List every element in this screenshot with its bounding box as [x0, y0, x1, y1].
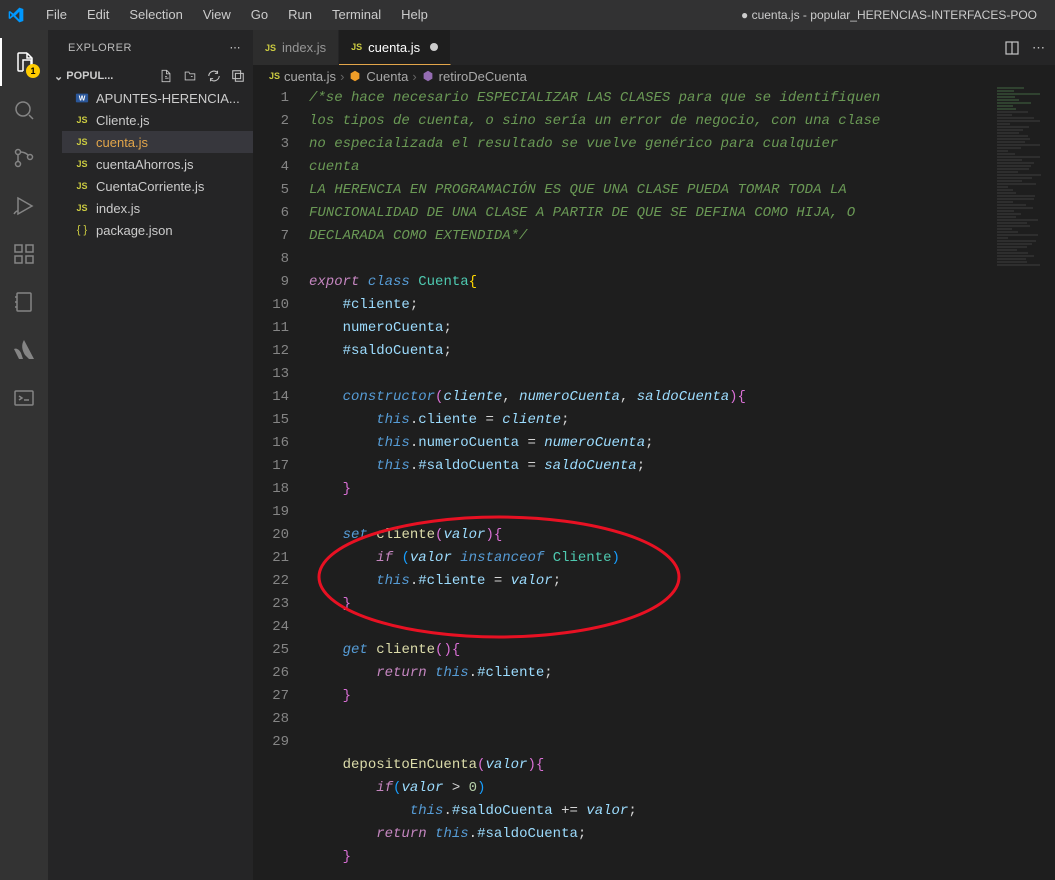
sidebar-title: EXPLORER — [68, 42, 132, 54]
tab-bar: JS index.js JS cuenta.js ⋯ — [253, 30, 1055, 65]
class-icon — [348, 69, 362, 83]
more-actions-icon[interactable]: ⋯ — [1032, 40, 1045, 56]
js-icon: JS — [265, 43, 276, 53]
title-bar: File Edit Selection View Go Run Terminal… — [0, 0, 1055, 30]
atlassian-icon[interactable] — [0, 326, 48, 374]
tab-cuenta-active[interactable]: JS cuenta.js — [339, 30, 451, 65]
file-item[interactable]: JS index.js — [62, 197, 253, 219]
js-icon: JS — [74, 137, 90, 147]
folder-name: POPUL... — [66, 70, 113, 82]
file-name: cuenta.js — [96, 135, 148, 150]
explorer-icon[interactable]: 1 — [0, 38, 48, 86]
menu-help[interactable]: Help — [391, 0, 438, 30]
file-item[interactable]: JS cuentaAhorros.js — [62, 153, 253, 175]
svg-text:W: W — [79, 96, 86, 103]
menu-view[interactable]: View — [193, 0, 241, 30]
js-icon: JS — [351, 42, 362, 52]
breadcrumbs[interactable]: JS cuenta.js › Cuenta › retiroDeCuenta — [253, 65, 1055, 87]
js-icon: JS — [74, 159, 90, 169]
refresh-icon[interactable] — [207, 69, 221, 83]
word-icon: W — [74, 91, 90, 105]
breadcrumb-file[interactable]: JS cuenta.js — [269, 69, 336, 84]
split-editor-icon[interactable] — [1004, 40, 1020, 56]
file-name: index.js — [96, 201, 140, 216]
tab-label: index.js — [282, 40, 326, 55]
js-icon: JS — [269, 71, 280, 81]
file-item[interactable]: JS Cliente.js — [62, 109, 253, 131]
chevron-down-icon: ⌄ — [54, 70, 66, 83]
file-tree: W APUNTES-HERENCIA... JS Cliente.js JS c… — [48, 87, 253, 241]
sidebar-more-icon[interactable]: ⋯ — [230, 41, 242, 54]
code-editor[interactable]: 1234567891011121314151617181920212223242… — [253, 87, 1055, 880]
file-name: APUNTES-HERENCIA... — [96, 91, 240, 106]
collapse-icon[interactable] — [231, 69, 245, 83]
sidebar-header: EXPLORER ⋯ — [48, 30, 253, 65]
search-icon[interactable] — [0, 86, 48, 134]
minimap[interactable] — [995, 87, 1055, 880]
menu-file[interactable]: File — [36, 0, 77, 30]
new-folder-icon[interactable] — [183, 69, 197, 83]
file-item[interactable]: W APUNTES-HERENCIA... — [62, 87, 253, 109]
tab-index[interactable]: JS index.js — [253, 30, 339, 65]
source-control-icon[interactable] — [0, 134, 48, 182]
file-item[interactable]: { } package.json — [62, 219, 253, 241]
breadcrumb-class[interactable]: Cuenta — [348, 69, 408, 84]
line-gutter: 1234567891011121314151617181920212223242… — [253, 87, 309, 880]
file-name: cuentaAhorros.js — [96, 157, 194, 172]
menu-selection[interactable]: Selection — [119, 0, 192, 30]
chevron-right-icon: › — [412, 69, 416, 84]
js-icon: JS — [74, 203, 90, 213]
dirty-indicator-icon — [430, 43, 438, 51]
menu-run[interactable]: Run — [278, 0, 322, 30]
activity-bar: 1 — [0, 30, 48, 880]
run-debug-icon[interactable] — [0, 182, 48, 230]
file-name: package.json — [96, 223, 173, 238]
menu-bar: File Edit Selection View Go Run Terminal… — [36, 0, 438, 30]
vscode-logo-icon — [8, 7, 24, 23]
breadcrumb-method[interactable]: retiroDeCuenta — [421, 69, 527, 84]
terminal-panel-icon[interactable] — [0, 374, 48, 422]
file-name: Cliente.js — [96, 113, 149, 128]
sidebar: EXPLORER ⋯ ⌄ POPUL... W APUNTES-HERENCIA… — [48, 30, 253, 880]
menu-edit[interactable]: Edit — [77, 0, 119, 30]
method-icon — [421, 69, 435, 83]
extensions-icon[interactable] — [0, 230, 48, 278]
editor-area: JS index.js JS cuenta.js ⋯ JS cuenta.js … — [253, 30, 1055, 880]
menu-go[interactable]: Go — [241, 0, 278, 30]
json-icon: { } — [74, 224, 90, 236]
file-item-active[interactable]: JS cuenta.js — [62, 131, 253, 153]
tab-label: cuenta.js — [368, 40, 420, 55]
explorer-badge: 1 — [26, 64, 40, 78]
file-item[interactable]: JS CuentaCorriente.js — [62, 175, 253, 197]
new-file-icon[interactable] — [159, 69, 173, 83]
code-content[interactable]: /*se hace necesario ESPECIALIZAR LAS CLA… — [309, 87, 1055, 880]
folder-header[interactable]: ⌄ POPUL... — [48, 65, 253, 87]
chevron-right-icon: › — [340, 69, 344, 84]
window-title: ● cuenta.js - popular_HERENCIAS-INTERFAC… — [438, 8, 1047, 22]
notebook-icon[interactable] — [0, 278, 48, 326]
js-icon: JS — [74, 115, 90, 125]
js-icon: JS — [74, 181, 90, 191]
menu-terminal[interactable]: Terminal — [322, 0, 391, 30]
file-name: CuentaCorriente.js — [96, 179, 204, 194]
